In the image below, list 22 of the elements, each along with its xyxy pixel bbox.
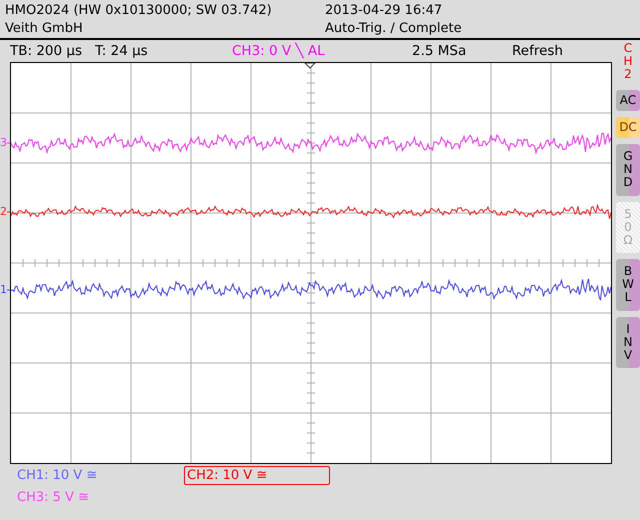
coupling-button[interactable]: INV [616, 316, 640, 368]
arrow-icon [7, 208, 13, 216]
sample-rate: 2.5 MSa [412, 43, 468, 59]
coupling-button[interactable]: GND [616, 144, 640, 196]
channel-marker: 1 [0, 283, 13, 296]
device-info: HMO2024 (HW 0x10130000; SW 03.742) [5, 2, 273, 20]
date-time: 2013-04-29 16:47 [325, 2, 444, 20]
channel-marker: 3 [0, 136, 13, 149]
channel-title: CH2 [622, 42, 634, 82]
coupling-button[interactable]: AC [616, 90, 640, 111]
acquisition-mode: Refresh [512, 43, 563, 59]
arrow-icon [7, 286, 13, 294]
owner-name: Veith GmbH [5, 20, 84, 38]
trigger-status: Auto-Trig. / Complete [325, 20, 463, 38]
coupling-button[interactable]: DC [616, 116, 640, 138]
trigger-source: CH3: 0 V ╲ AL [232, 43, 326, 59]
channel-marker: 2 [0, 205, 13, 218]
arrow-icon [7, 138, 13, 146]
coupling-button[interactable]: BWL [616, 259, 640, 311]
channel-setting[interactable]: CH1: 10 V ≅ [14, 466, 100, 485]
timebase: TB: 200 µs [10, 43, 84, 59]
trigger-time: T: 24 µs [95, 43, 149, 59]
